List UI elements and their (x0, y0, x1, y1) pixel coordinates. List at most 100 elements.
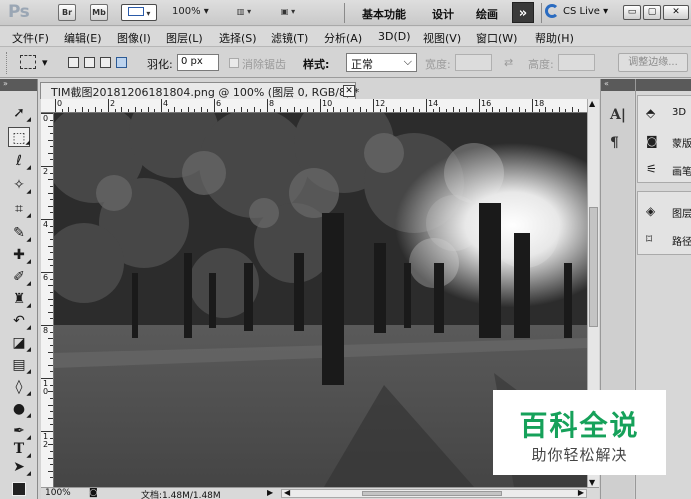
path-selection-tool-icon[interactable]: ➤ ◢ (8, 457, 31, 477)
watermark-title: 百科全说 (519, 409, 640, 442)
maximize-button[interactable]: ▢ (643, 5, 661, 20)
crop-tool-icon[interactable]: ⌗ ◢ (8, 199, 31, 219)
marquee-preset-icon[interactable] (20, 55, 36, 69)
horizontal-ruler[interactable]: 0 2 4 6 8 10 12 14 16 18 (41, 99, 587, 113)
document-tab[interactable]: TIM截图20181206181804.png @ 100% (图层 0, RG… (40, 82, 360, 99)
chevron-down-icon[interactable]: ▾ (42, 56, 48, 69)
workspace-essentials[interactable]: 基本功能 (362, 6, 406, 22)
vertical-ruler[interactable]: 0 2 4 6 8 1 0 1 2 (41, 113, 54, 487)
expand-dock-icon[interactable]: « (601, 79, 635, 91)
type-tool-icon[interactable]: T ◢ (8, 439, 31, 459)
menu-window[interactable]: 窗口(W) (476, 30, 517, 46)
menu-edit[interactable]: 编辑(E) (64, 30, 102, 46)
pen-tool-icon[interactable]: ✒ ◢ (8, 421, 31, 441)
ruler-tick (50, 384, 53, 386)
horizontal-scrollbar[interactable]: ◀ ▶ (281, 488, 587, 498)
close-window-button[interactable]: ✕ (663, 5, 689, 20)
status-zoom-field[interactable]: 100% (45, 488, 71, 498)
document-title: TIM截图20181206181804.png @ 100% (图层 0, RG… (51, 86, 360, 99)
ruler-tick (50, 331, 53, 333)
zoom-level-select[interactable]: 100% ▾ (172, 6, 209, 17)
minimize-button[interactable]: ▭ (623, 5, 641, 20)
ruler-tick (180, 109, 182, 112)
ruler-tick (141, 109, 143, 112)
menu-layer[interactable]: 图层(L) (166, 30, 203, 46)
lasso-tool-icon[interactable]: ℓ ◢ (8, 151, 31, 171)
ruler-left-number: 4 (43, 220, 49, 229)
character-panel-icon[interactable]: A| (610, 107, 626, 123)
launch-minibridge-button[interactable]: Mb (90, 4, 108, 21)
scroll-left-icon[interactable]: ◀ (284, 488, 290, 497)
antialias-checkbox[interactable] (229, 58, 239, 68)
options-grip[interactable] (6, 52, 8, 74)
scroll-down-icon[interactable]: ▼ (589, 478, 595, 487)
menu-filter[interactable]: 滤镜(T) (271, 30, 308, 46)
foreground-color-swatch[interactable] (12, 482, 26, 496)
style-select[interactable]: 正常 ⌵ (346, 53, 417, 72)
swap-icon[interactable]: ⇄ (504, 56, 513, 69)
panel-brushes[interactable]: ⚟ 画笔 (640, 156, 691, 182)
panel-dock-header[interactable] (636, 79, 691, 91)
panel-paths[interactable]: ⌑ 路径 (640, 226, 691, 252)
ruler-tick (50, 424, 53, 426)
ruler-tick (571, 107, 573, 112)
menu-select[interactable]: 选择(S) (219, 30, 257, 46)
clone-stamp-tool-icon[interactable]: ♜ ◢ (8, 289, 31, 309)
menu-image[interactable]: 图像(I) (117, 30, 151, 46)
new-selection-icon[interactable] (68, 57, 79, 68)
collapse-tools-icon[interactable]: » (0, 79, 37, 91)
panel-layers[interactable]: ◈ 图层 (640, 198, 691, 224)
ruler-tick (41, 378, 53, 379)
vertical-scroll-thumb[interactable] (589, 207, 598, 327)
eyedropper-tool-icon[interactable]: ✎ ◢ (8, 223, 31, 243)
screen-mode-button[interactable]: ▣ ▾ (272, 4, 304, 21)
healing-brush-tool-icon[interactable]: ✚ ◢ (8, 245, 31, 265)
close-document-icon[interactable]: ✕ (343, 85, 355, 97)
refine-edge-button[interactable]: 调整边缘... (618, 53, 688, 72)
ruler-top-number: 10 (322, 99, 333, 108)
cs-live-menu[interactable]: CS Live ▾ (563, 6, 608, 17)
move-tool-icon[interactable]: ➚ ◢ (8, 103, 31, 123)
brush-tool-icon[interactable]: ✐ ◢ (8, 267, 31, 287)
scroll-up-icon[interactable]: ▲ (589, 99, 595, 108)
tool-options-bar: ▾ 羽化: 0 px 消除锯齿 样式: 正常 ⌵ 宽度: ⇄ 高度: 调整边缘.… (0, 48, 691, 78)
gradient-tool-icon[interactable]: ▤ ◢ (8, 355, 31, 375)
view-extras-button[interactable]: ▾ (121, 4, 157, 21)
workspace-design[interactable]: 设计 (432, 6, 454, 22)
width-input[interactable] (455, 54, 492, 71)
workspace-painting[interactable]: 绘画 (476, 6, 498, 22)
menu-file[interactable]: 文件(F) (12, 30, 49, 46)
ruler-tick (267, 99, 268, 112)
quick-selection-tool-icon[interactable]: ✧ ◢ (8, 175, 31, 195)
height-input[interactable] (558, 54, 595, 71)
arrange-documents-button[interactable]: ▥ ▾ (229, 4, 259, 21)
status-menu-icon[interactable]: ▶ (267, 488, 273, 497)
more-workspaces-button[interactable]: » (512, 2, 534, 23)
panel-3d[interactable]: ⬘ 3D (640, 100, 691, 126)
panel-masks[interactable]: ◙ 蒙版 (640, 128, 691, 154)
baike-watermark: 百科全说 助你轻松解决 (493, 390, 666, 475)
dodge-tool-icon[interactable]: ● ◢ (8, 399, 31, 419)
paragraph-panel-icon[interactable]: ¶ (610, 135, 619, 151)
launch-bridge-button[interactable]: Br (58, 4, 76, 21)
ruler-tick (459, 109, 461, 112)
ruler-tick (41, 325, 53, 326)
rectangular-marquee-tool-icon[interactable]: ⬚ ◢ (8, 127, 30, 147)
menu-3d[interactable]: 3D(D) (378, 30, 411, 43)
status-info-icon[interactable]: ◙ (89, 488, 98, 498)
menu-analysis[interactable]: 分析(A) (324, 30, 362, 46)
history-brush-tool-icon[interactable]: ↶ ◢ (8, 311, 31, 331)
horizontal-scroll-thumb[interactable] (362, 491, 502, 496)
menu-view[interactable]: 视图(V) (423, 30, 461, 46)
scroll-right-icon[interactable]: ▶ (578, 488, 584, 497)
brush-icon: ⚟ (646, 162, 657, 176)
blur-tool-icon[interactable]: ◊ ◢ (8, 377, 31, 397)
subtract-selection-icon[interactable] (100, 57, 111, 68)
menu-help[interactable]: 帮助(H) (535, 30, 574, 46)
feather-input[interactable]: 0 px (177, 54, 219, 71)
ruler-tick (50, 344, 53, 346)
ruler-tick (48, 298, 53, 300)
add-to-selection-icon[interactable] (84, 57, 95, 68)
eraser-tool-icon[interactable]: ◪ ◢ (8, 333, 31, 353)
intersect-selection-icon[interactable] (116, 57, 127, 68)
